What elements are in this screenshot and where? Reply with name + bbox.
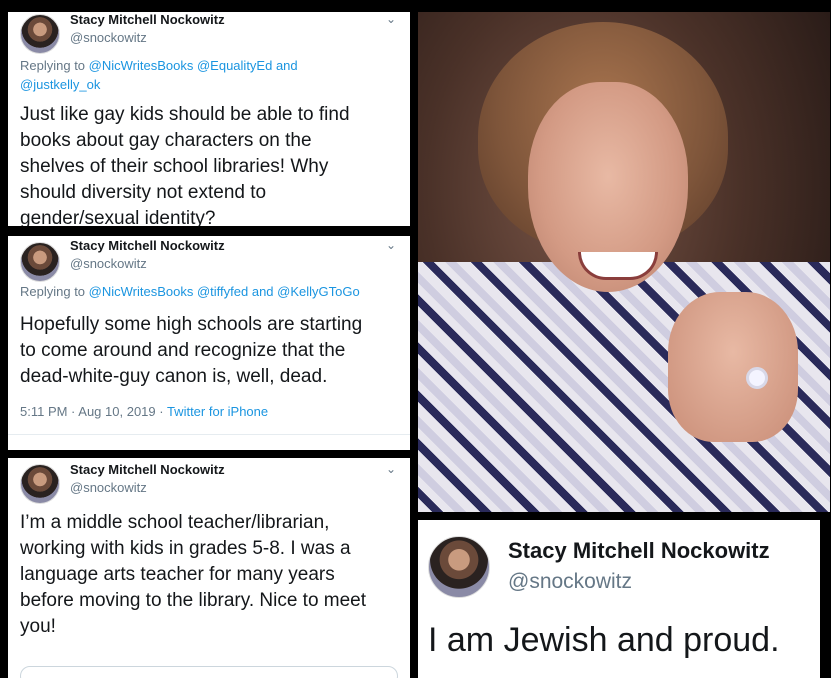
photo-hand — [668, 292, 798, 442]
tweet-text-line: Hopefully some high schools are starting — [20, 314, 363, 335]
tweet-card-1: Stacy Mitchell Nockowitz @snockowitz ⌄ R… — [8, 12, 410, 226]
tweet-text: Hopefully some high schools are starting… — [20, 312, 398, 390]
portrait-photo — [418, 12, 830, 512]
replying-to: Replying to @NicWritesBooks @tiffyfed an… — [20, 282, 398, 301]
avatar[interactable] — [428, 536, 490, 598]
tweet-text: I’m a middle school teacher/librarian, w… — [20, 510, 398, 640]
mention-link[interactable]: @NicWritesBooks @EqualityEd and — [89, 58, 298, 73]
display-name[interactable]: Stacy Mitchell Nockowitz — [70, 238, 225, 253]
chevron-down-icon[interactable]: ⌄ — [386, 238, 396, 252]
tweet-card-2: Stacy Mitchell Nockowitz @snockowitz ⌄ R… — [8, 236, 410, 450]
reply-input-box[interactable] — [20, 666, 398, 678]
tweet-meta: 5:11 PM · Aug 10, 2019 · Twitter for iPh… — [20, 404, 268, 419]
tweet-text-line: books about gay characters on the — [20, 130, 312, 151]
photo-ring — [746, 367, 768, 389]
avatar[interactable] — [20, 14, 60, 54]
tweet-text: Just like gay kids should be able to fin… — [20, 102, 398, 226]
profile-card: Stacy Mitchell Nockowitz @snockowitz I a… — [418, 520, 820, 678]
source-link[interactable]: Twitter for iPhone — [167, 404, 268, 419]
tweet-text-line: language arts teacher for many years — [20, 564, 335, 585]
profile-statement: I am Jewish and proud. — [428, 621, 780, 659]
divider — [8, 434, 410, 435]
user-handle[interactable]: @snockowitz — [70, 480, 147, 495]
mention-link[interactable]: @NicWritesBooks @tiffyfed and @KellyGToG… — [89, 284, 360, 299]
chevron-down-icon[interactable]: ⌄ — [386, 12, 396, 26]
tweet-text-line: before moving to the library. Nice to me… — [20, 590, 367, 611]
replying-prefix: Replying to — [20, 284, 86, 299]
tweet-text-line: working with kids in grades 5-8. I was a — [20, 538, 351, 559]
mention-link[interactable]: @justkelly_ok — [20, 77, 100, 92]
tweet-text-line: shelves of their school libraries! Why — [20, 156, 329, 177]
replying-prefix: Replying to — [20, 58, 86, 73]
chevron-down-icon[interactable]: ⌄ — [386, 462, 396, 476]
tweet-text-line: to come around and recognize that the — [20, 340, 346, 361]
tweet-text-line: dead-white-guy canon is, well, dead. — [20, 366, 328, 387]
tweet-text-line: I’m a middle school teacher/librarian, — [20, 512, 330, 533]
replying-to: Replying to @NicWritesBooks @EqualityEd … — [20, 56, 398, 94]
display-name[interactable]: Stacy Mitchell Nockowitz — [508, 538, 770, 564]
tweet-card-3: Stacy Mitchell Nockowitz @snockowitz ⌄ I… — [8, 458, 410, 678]
user-handle[interactable]: @snockowitz — [508, 570, 632, 594]
tweet-text-line: should diversity not extend to — [20, 182, 267, 203]
tweet-text-line: Just like gay kids should be able to fin… — [20, 104, 350, 125]
tweet-text-line: gender/sexual identity? — [20, 208, 216, 226]
display-name[interactable]: Stacy Mitchell Nockowitz — [70, 462, 225, 477]
display-name[interactable]: Stacy Mitchell Nockowitz — [70, 12, 225, 27]
user-handle[interactable]: @snockowitz — [70, 30, 147, 45]
avatar[interactable] — [20, 464, 60, 504]
avatar[interactable] — [20, 242, 60, 282]
tweet-text-line: you! — [20, 616, 56, 637]
user-handle[interactable]: @snockowitz — [70, 256, 147, 271]
timestamp[interactable]: 5:11 PM · Aug 10, 2019 · — [20, 404, 167, 419]
